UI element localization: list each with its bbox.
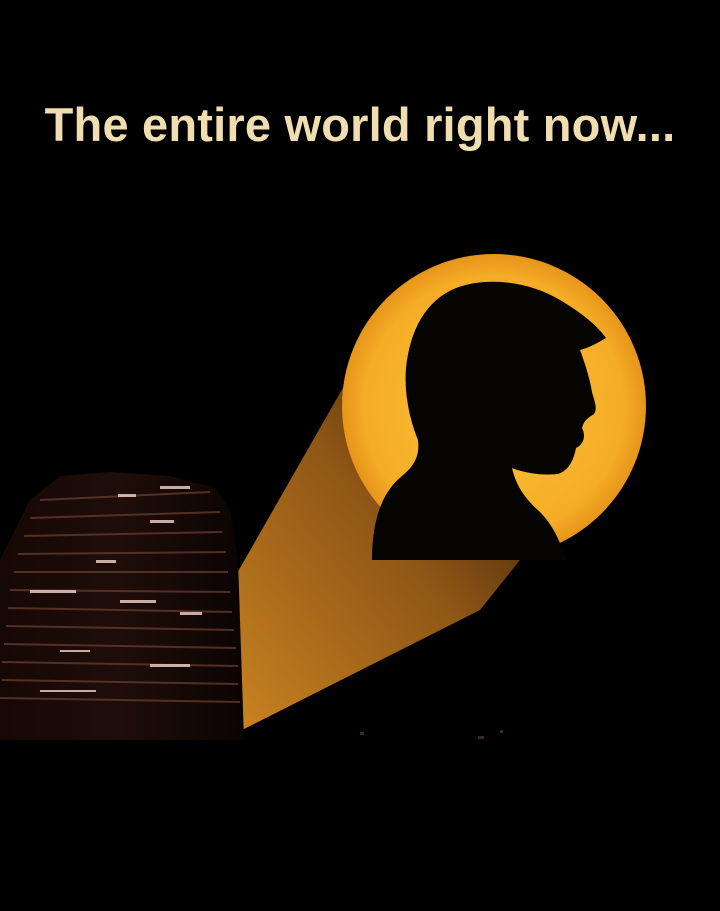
meme-image: The entire world right now...	[0, 0, 720, 911]
night-scene-illustration	[0, 254, 646, 740]
distant-lights	[360, 730, 503, 739]
building-icon	[0, 472, 244, 740]
